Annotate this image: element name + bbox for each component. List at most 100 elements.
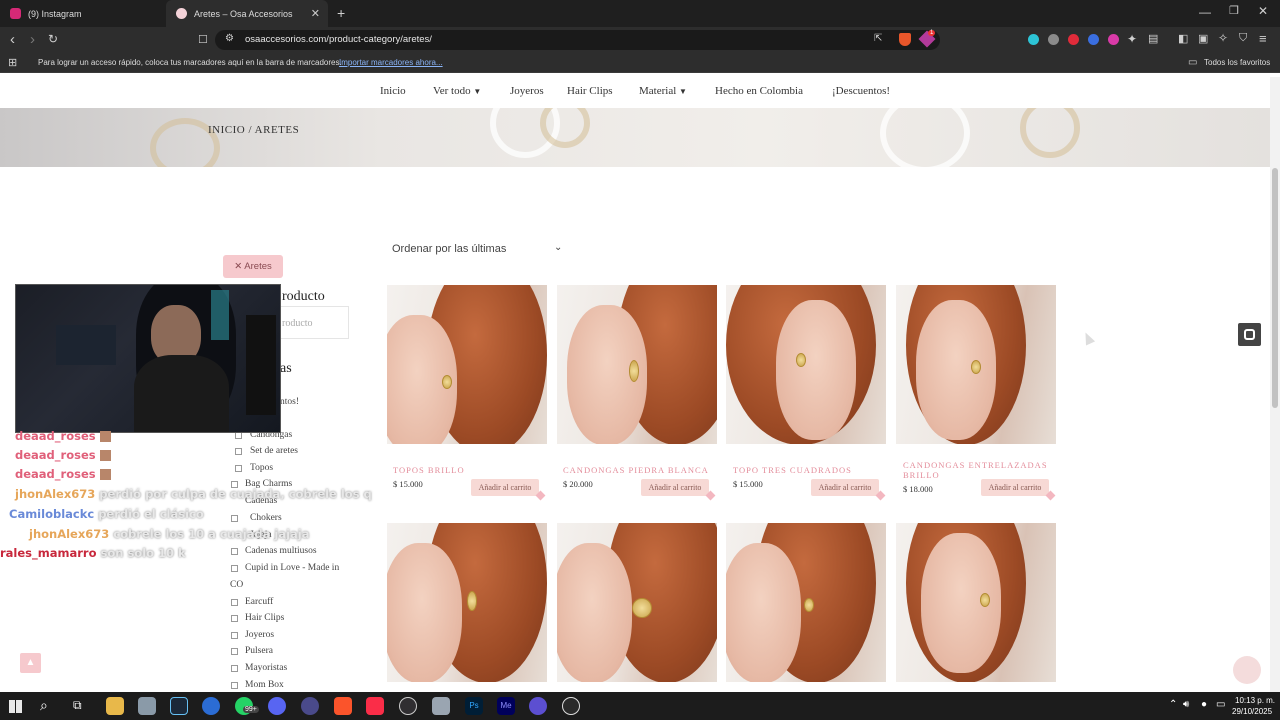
product-title[interactable]: CANDONGAS PIEDRA BLANCA: [563, 465, 709, 475]
product-image[interactable]: [387, 523, 547, 682]
category-checkbox[interactable]: [231, 682, 238, 689]
product-image[interactable]: [726, 523, 886, 682]
whatsapp-float-button[interactable]: [1233, 656, 1261, 684]
site-info-icon[interactable]: ⚙: [225, 33, 234, 44]
product-title-line2[interactable]: BRILLO: [903, 470, 940, 480]
split-view-icon[interactable]: ◧: [1178, 32, 1188, 45]
chatgpt-icon[interactable]: [562, 697, 580, 715]
product-image[interactable]: [557, 523, 717, 682]
tray-chevron-icon[interactable]: ⌃: [1169, 699, 1177, 710]
category-checkbox[interactable]: [231, 599, 238, 606]
nav-material[interactable]: Material ▼: [639, 85, 687, 97]
new-tab-button[interactable]: +: [337, 5, 345, 21]
close-tab-icon[interactable]: ✕: [311, 7, 320, 20]
product-title[interactable]: TOPO TRES CUADRADOS: [733, 465, 852, 475]
extension-icon-2[interactable]: [1048, 34, 1059, 45]
task-view-icon[interactable]: ⧉: [73, 698, 82, 713]
nav-inicio[interactable]: Inicio: [380, 85, 406, 97]
vpn-shield-icon[interactable]: ⛉: [1239, 32, 1247, 45]
reload-icon[interactable]: ↻: [48, 32, 58, 46]
nav-hecho-en-colombia[interactable]: Hecho en Colombia: [715, 85, 803, 97]
category-item[interactable]: Set de aretes: [250, 446, 298, 456]
sort-dropdown[interactable]: Ordenar por las últimas ⌄: [392, 242, 562, 255]
microphone-icon[interactable]: ●: [1201, 699, 1207, 710]
steam-icon[interactable]: [170, 697, 188, 715]
volume-icon[interactable]: 🔊︎: [1183, 699, 1189, 710]
app-icon[interactable]: [202, 697, 220, 715]
nav-descuentos[interactable]: ¡Descuentos!: [832, 85, 890, 97]
sidebar-icon[interactable]: ▤: [1148, 32, 1158, 45]
category-checkbox[interactable]: [231, 565, 238, 572]
category-item[interactable]: Pulsera: [245, 646, 273, 656]
obs-icon[interactable]: [399, 697, 417, 715]
scroll-to-top-button[interactable]: ▲: [20, 653, 41, 673]
category-item[interactable]: Hair Clips: [245, 613, 284, 623]
network-icon[interactable]: ▭: [1216, 699, 1225, 710]
nav-joyeros[interactable]: Joyeros: [510, 85, 544, 97]
category-item[interactable]: Cupid in Love - Made in: [245, 563, 339, 573]
brave-icon[interactable]: [334, 697, 352, 715]
search-icon[interactable]: ⌕: [40, 697, 48, 714]
share-icon[interactable]: ⇱: [874, 33, 882, 44]
category-checkbox[interactable]: [231, 648, 238, 655]
product-image[interactable]: [896, 285, 1056, 444]
product-title[interactable]: CANDONGAS ENTRELAZADAS: [903, 460, 1048, 470]
app-icon[interactable]: [138, 697, 156, 715]
category-item[interactable]: Mayoristas: [245, 663, 287, 673]
category-checkbox[interactable]: [231, 665, 238, 672]
file-explorer-icon[interactable]: [106, 697, 124, 715]
menu-icon[interactable]: ≡: [1259, 31, 1267, 46]
tab-aretes[interactable]: Aretes – Osa Accesorios ✕: [166, 0, 328, 27]
nav-ver-todo[interactable]: Ver todo ▼: [433, 85, 481, 97]
clock-time[interactable]: 10:13 p. m.: [1235, 696, 1275, 705]
scrollbar-thumb[interactable]: [1272, 168, 1278, 408]
category-checkbox[interactable]: [235, 448, 242, 455]
import-bookmarks-link[interactable]: Importar marcadores ahora...: [339, 53, 443, 73]
product-image[interactable]: [896, 523, 1056, 682]
category-checkbox[interactable]: [231, 548, 238, 555]
product-image[interactable]: [387, 285, 547, 444]
category-item[interactable]: Joyeros: [245, 630, 274, 640]
category-item[interactable]: Earcuff: [245, 597, 273, 607]
active-filter-chip[interactable]: ✕ Aretes: [223, 255, 283, 278]
category-descuentos[interactable]: ntos!: [280, 397, 299, 407]
forward-icon[interactable]: ›: [30, 31, 35, 48]
brave-shield-icon[interactable]: [899, 33, 911, 46]
category-item[interactable]: Chokers: [250, 513, 282, 523]
media-encoder-icon[interactable]: Me: [497, 697, 515, 715]
restore-icon[interactable]: ❐: [1229, 4, 1239, 17]
category-item[interactable]: Cadenas multiusos: [245, 546, 317, 556]
photoshop-icon[interactable]: Ps: [465, 697, 483, 715]
category-checkbox[interactable]: [235, 465, 242, 472]
minimize-icon[interactable]: —: [1199, 5, 1211, 19]
add-to-cart-button[interactable]: Añadir al carrito: [641, 479, 709, 496]
music-icon[interactable]: [366, 697, 384, 715]
add-to-cart-button[interactable]: Añadir al carrito: [811, 479, 879, 496]
tab-instagram[interactable]: (9) Instagram: [0, 0, 165, 27]
category-checkbox[interactable]: [231, 615, 238, 622]
address-bar[interactable]: osaaccesorios.com/product-category/arete…: [215, 30, 940, 50]
discord-icon[interactable]: [268, 697, 286, 715]
leo-ai-icon[interactable]: ✧: [1218, 31, 1228, 45]
add-to-cart-button[interactable]: Añadir al carrito: [981, 479, 1049, 496]
instagram-float-button[interactable]: [1238, 323, 1261, 346]
clock-date[interactable]: 29/10/2025: [1232, 707, 1272, 716]
bookmark-icon[interactable]: ☐: [198, 33, 208, 46]
all-favorites[interactable]: Todos los favoritos: [1204, 53, 1270, 73]
category-item[interactable]: Topos: [250, 463, 273, 473]
product-image[interactable]: [557, 285, 717, 444]
product-search-input[interactable]: roducto: [270, 306, 349, 339]
product-image[interactable]: [726, 285, 886, 444]
app-icon[interactable]: [301, 697, 319, 715]
extension-icon-4[interactable]: [1088, 34, 1099, 45]
nav-hair-clips[interactable]: Hair Clips: [567, 85, 613, 97]
category-item[interactable]: Mom Box: [245, 680, 284, 690]
apps-grid-icon[interactable]: ⊞: [8, 53, 17, 73]
extension-icon-3[interactable]: [1068, 34, 1079, 45]
wallet-icon[interactable]: ▣: [1198, 32, 1208, 45]
app-icon[interactable]: [529, 697, 547, 715]
windows-start-icon[interactable]: [9, 700, 22, 713]
back-icon[interactable]: ‹: [10, 31, 15, 48]
extension-icon-5[interactable]: [1108, 34, 1119, 45]
extension-icon-1[interactable]: [1028, 34, 1039, 45]
